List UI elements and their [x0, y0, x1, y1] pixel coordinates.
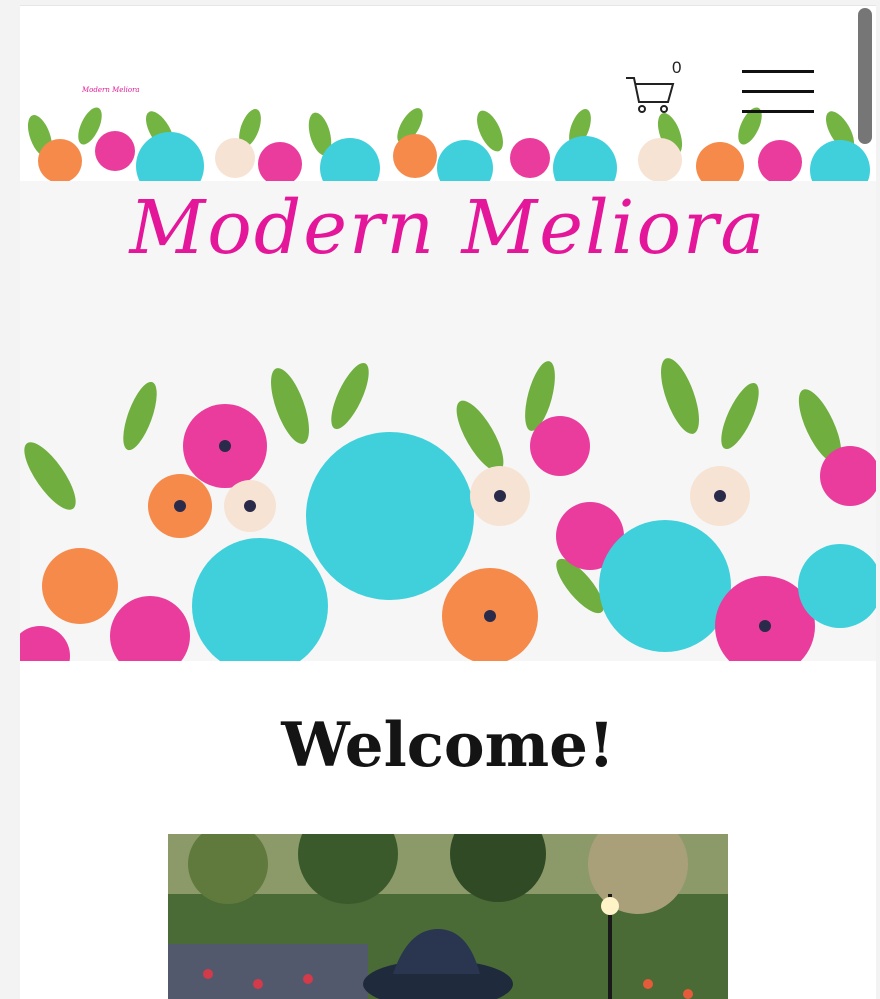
menu-line-middle [742, 90, 814, 93]
scrollbar-thumb[interactable] [858, 8, 872, 144]
page: Modern Meliora 0 Modern Meliora Welcome! [20, 5, 876, 999]
cart-count: 0 [672, 58, 682, 77]
welcome-heading: Welcome! [281, 710, 615, 781]
menu-line-bottom [742, 110, 814, 113]
hamburger-menu-icon[interactable] [742, 70, 814, 116]
header-logo[interactable]: Modern Meliora [82, 86, 140, 94]
hero-blooms [20, 404, 876, 661]
hero-banner: Modern Meliora [20, 181, 876, 661]
menu-line-top [742, 70, 814, 73]
hero-logo: Modern Meliora [129, 185, 767, 271]
site-header: Modern Meliora 0 [20, 6, 876, 182]
hero-floral-illustration [20, 358, 876, 661]
welcome-photo [168, 834, 728, 999]
shopping-cart-icon[interactable] [624, 72, 676, 116]
